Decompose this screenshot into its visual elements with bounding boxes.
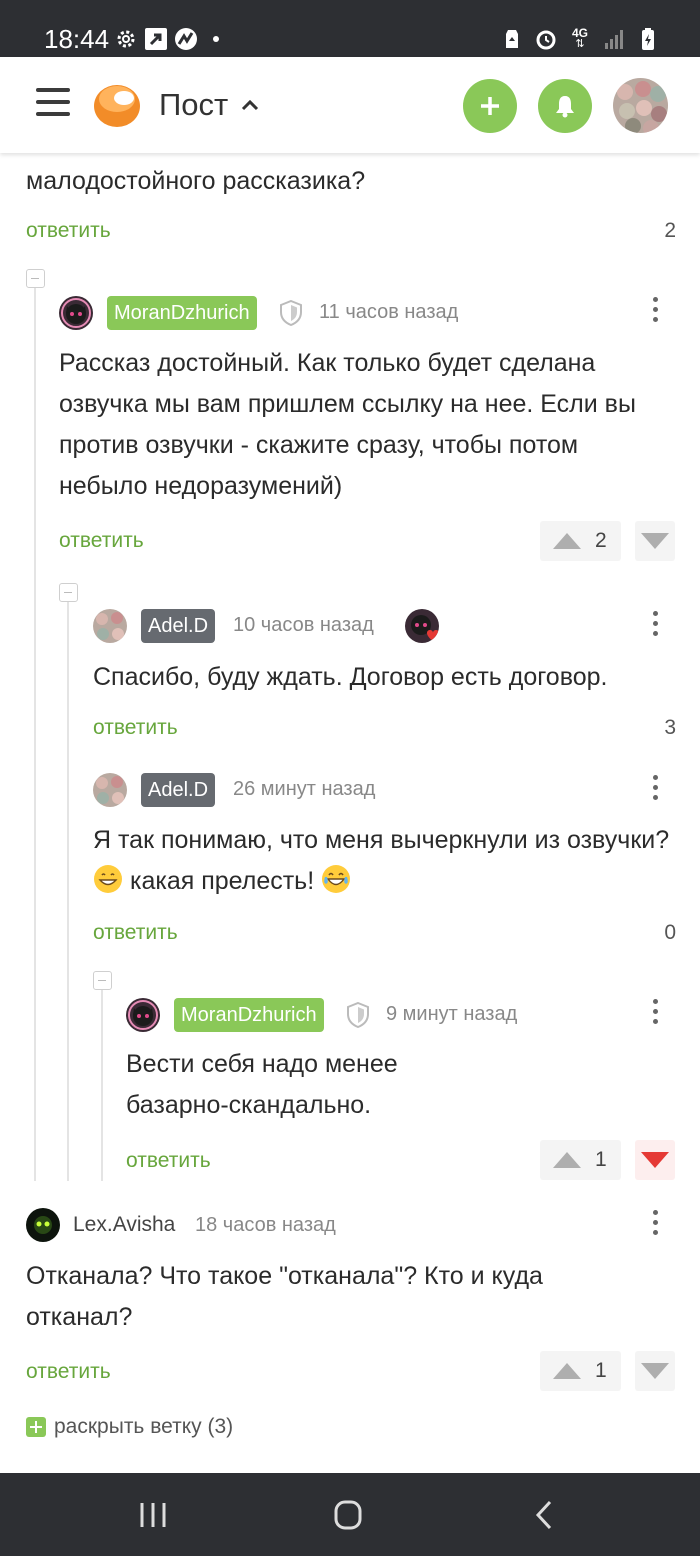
- avatar[interactable]: [126, 998, 160, 1032]
- comment-text: Я так понимаю, что меня вычеркнули из оз…: [93, 820, 683, 902]
- app-logo[interactable]: [92, 80, 142, 128]
- menu-icon[interactable]: [36, 88, 70, 120]
- shield-icon[interactable]: [279, 300, 303, 326]
- plus-icon: [481, 97, 499, 115]
- recycle-icon: [506, 30, 518, 48]
- downvote-button[interactable]: [635, 521, 675, 561]
- more-options-icon[interactable]: [649, 999, 661, 1031]
- collapse-thread-button[interactable]: [93, 971, 112, 990]
- rating-value: 2: [595, 529, 607, 552]
- comment-text: Вести себя надо менее базарно-скандально…: [126, 1050, 398, 1119]
- expand-thread-button[interactable]: раскрыть ветку (3): [26, 1415, 233, 1439]
- reply-button[interactable]: ответить: [126, 1149, 211, 1173]
- comment-time: 10 часов назад: [233, 614, 374, 636]
- comment-text: Рассказ достойный. Как только будет сдел…: [59, 349, 636, 500]
- upvote-icon[interactable]: [553, 1363, 581, 1379]
- more-options-icon[interactable]: [649, 1210, 661, 1242]
- comment-time: 11 часов назад: [319, 301, 459, 323]
- bell-icon: [556, 96, 574, 118]
- more-options-icon[interactable]: [649, 297, 661, 329]
- reply-button[interactable]: ответить: [26, 219, 111, 243]
- rating-value: 1: [595, 1148, 607, 1171]
- avatar[interactable]: [93, 773, 127, 807]
- reaction-avatar[interactable]: [405, 609, 439, 643]
- author-name[interactable]: Lex.Avisha: [73, 1213, 175, 1237]
- downvote-button[interactable]: [635, 1351, 675, 1391]
- author-name[interactable]: MoranDzhurich: [174, 998, 324, 1032]
- reply-button[interactable]: ответить: [93, 716, 178, 740]
- author-name[interactable]: Adel.D: [141, 773, 216, 807]
- rating-widget: 1: [540, 1140, 621, 1180]
- back-icon[interactable]: [525, 1497, 565, 1533]
- expand-thread-label: раскрыть ветку (3): [54, 1415, 234, 1438]
- thread-line: [101, 988, 103, 1181]
- comment-text: Спасибо, буду ждать. Договор есть догово…: [93, 663, 608, 691]
- thread-line: [34, 279, 36, 1181]
- alarm-icon: [536, 30, 556, 50]
- rating-value: 1: [595, 1359, 607, 1382]
- more-options-icon[interactable]: [649, 611, 661, 643]
- reply-button[interactable]: ответить: [93, 921, 178, 945]
- chevron-up-icon[interactable]: [240, 95, 260, 115]
- reply-count: 3: [664, 716, 676, 739]
- signal-icon: [605, 30, 623, 49]
- avatar[interactable]: [26, 1208, 60, 1242]
- author-name[interactable]: Adel.D: [141, 609, 216, 643]
- 4g-icon: 4G ⇅: [571, 26, 588, 50]
- dot-icon: [213, 36, 219, 42]
- thread-line: [67, 597, 69, 1181]
- notifications-button[interactable]: [538, 79, 592, 133]
- rating-widget: 2: [540, 521, 621, 561]
- avatar[interactable]: [59, 296, 93, 330]
- reply-button[interactable]: ответить: [26, 1360, 111, 1384]
- reply-count: 0: [664, 921, 676, 944]
- add-post-button[interactable]: [463, 79, 517, 133]
- comments-area: малодостойного рассказика? ответить 2 Mo…: [0, 153, 700, 1473]
- gear-icon: [117, 30, 135, 48]
- collapse-thread-button[interactable]: [26, 269, 45, 288]
- downvote-icon: [641, 1152, 669, 1168]
- comment-time: 9 минут назад: [386, 1003, 518, 1025]
- reply-button[interactable]: ответить: [59, 529, 144, 553]
- avatar[interactable]: [93, 609, 127, 643]
- upvote-icon[interactable]: [553, 1152, 581, 1168]
- battery-charging-icon: [642, 28, 654, 50]
- status-time: 18:44: [44, 24, 110, 54]
- comment-text: Отканала? Что такое "отканала"? Кто и ку…: [26, 1262, 543, 1331]
- collapse-thread-button[interactable]: [59, 583, 78, 602]
- downvote-button[interactable]: [635, 1140, 675, 1180]
- comment-time: 18 часов назад: [195, 1214, 336, 1236]
- app-logo-icon: [175, 28, 197, 50]
- system-nav-bar: [0, 1473, 700, 1556]
- home-icon[interactable]: [328, 1497, 368, 1533]
- avatar[interactable]: [613, 78, 668, 133]
- grinning-face-icon: [94, 865, 122, 893]
- comment-text-part: Я так понимаю, что меня вычеркнули из оз…: [93, 826, 670, 854]
- reply-count: 2: [664, 219, 676, 242]
- plus-icon: [26, 1417, 46, 1437]
- status-bar: 18:44 4G ⇅: [0, 0, 700, 57]
- author-name[interactable]: MoranDzhurich: [107, 296, 257, 330]
- comment-text: малодостойного рассказика?: [26, 167, 366, 195]
- more-options-icon[interactable]: [649, 775, 661, 807]
- rating-widget: 1: [540, 1351, 621, 1391]
- arrow-up-right-icon: [145, 28, 167, 50]
- upvote-icon[interactable]: [553, 533, 581, 549]
- tears-of-joy-icon: [322, 865, 351, 893]
- recent-apps-icon[interactable]: [133, 1497, 173, 1533]
- downvote-icon: [641, 1363, 669, 1379]
- downvote-icon: [641, 533, 669, 549]
- shield-icon[interactable]: [346, 1002, 370, 1028]
- comment-text-part: какая прелесть!: [129, 867, 315, 895]
- comment-time: 26 минут назад: [233, 778, 376, 800]
- app-bar: Пост: [0, 57, 700, 153]
- page-title: Пост: [159, 87, 229, 122]
